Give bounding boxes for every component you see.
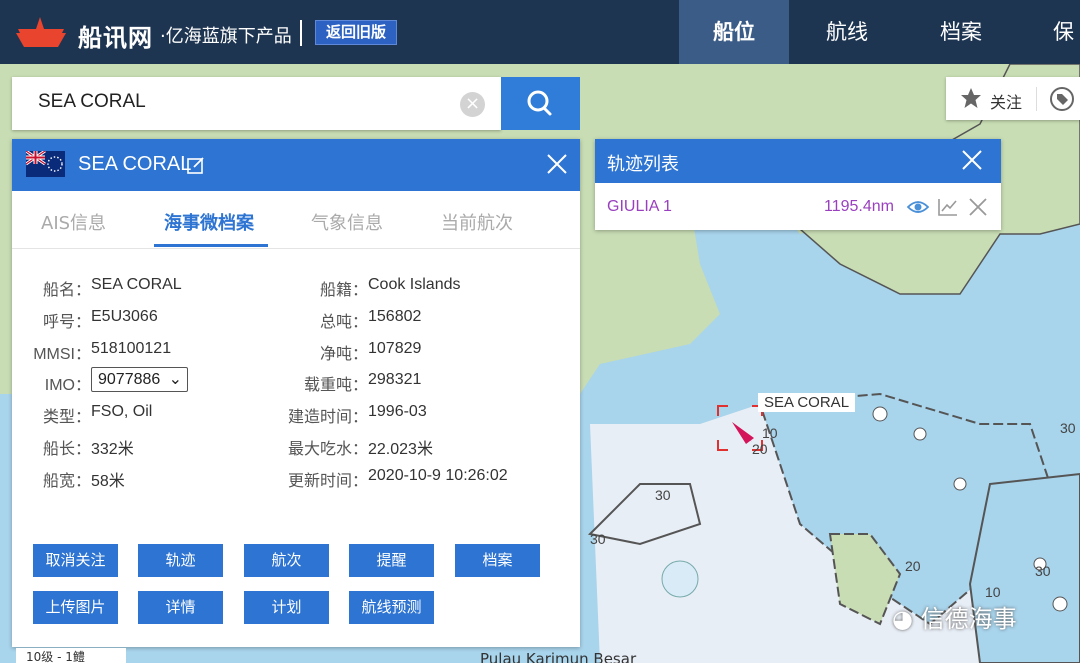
nav-insurance[interactable]: 保险 — [1020, 0, 1080, 108]
field-label: 净吨： — [319, 346, 368, 363]
field-value: Cook Islands — [368, 276, 461, 293]
field-value: 518100121 — [91, 340, 172, 357]
field-label: 船宽： — [42, 473, 91, 490]
track-button[interactable]: 轨迹 — [138, 544, 223, 577]
tag-icon[interactable] — [1050, 87, 1074, 111]
field-label: IMO： — [44, 377, 91, 394]
field-value: E5U3066 — [91, 308, 158, 325]
upload-photo-button[interactable]: 上传图片 — [33, 591, 118, 624]
field-label: 载重吨： — [303, 377, 368, 394]
nav-ship-position[interactable]: 船位 — [679, 0, 789, 64]
map-scale: 10级 - 1鳢 — [16, 648, 126, 663]
tab-ais-info[interactable]: AIS信息 — [41, 209, 106, 235]
follow-label[interactable]: 关注 — [990, 89, 1022, 113]
tab-current-voyage[interactable]: 当前航次 — [441, 209, 513, 235]
depth-label: 10 — [762, 425, 778, 441]
field-value: 2020-10-9 10:26:02 — [368, 467, 508, 484]
eye-icon[interactable] — [907, 198, 929, 216]
watermark: ◕ 信德海事 — [892, 599, 1017, 634]
depth-label: 20 — [752, 441, 768, 457]
field-value: 58米 — [91, 473, 125, 490]
field-label: 呼号： — [42, 314, 91, 331]
track-list-panel: 轨迹列表 GIULIA 1 1195.4nm — [595, 139, 1001, 230]
field-label: 船长： — [42, 441, 91, 458]
track-list-title: 轨迹列表 — [607, 154, 679, 175]
top-navigation-bar: 船讯网 ·亿海蓝旗下产品 返回旧版 船位 航线 档案 保险 — [0, 0, 1080, 108]
vessel-name-title: SEA CORAL — [78, 153, 192, 175]
voyage-button[interactable]: 航次 — [244, 544, 329, 577]
wechat-icon: ◕ — [892, 605, 913, 633]
ship-logo-icon — [16, 17, 66, 47]
field-label: 建造时间： — [287, 409, 368, 426]
imo-select[interactable]: 9077886 ⌄ — [91, 367, 188, 392]
field-label: MMSI： — [33, 346, 91, 363]
search-icon — [527, 90, 552, 116]
field-value: SEA CORAL — [91, 276, 182, 293]
depth-label: 10 — [985, 584, 1001, 600]
search-button[interactable] — [501, 77, 580, 130]
watermark-text: 信德海事 — [920, 605, 1017, 633]
logo-text: 船讯网 — [78, 24, 153, 52]
vessel-panel-header: SEA CORAL — [12, 139, 580, 191]
field-label: 最大吃水： — [287, 441, 368, 458]
active-tab-indicator — [154, 244, 268, 247]
logo-subtitle: ·亿海蓝旗下产品 — [160, 26, 292, 47]
field-value: 107829 — [368, 340, 422, 357]
field-value: 156802 — [368, 308, 422, 325]
logo-divider — [300, 20, 302, 46]
nav-routes[interactable]: 航线 — [792, 0, 902, 64]
close-icon[interactable] — [968, 197, 988, 217]
follow-toolbar: 关注 — [946, 77, 1080, 120]
tab-maritime-archive[interactable]: 海事微档案 — [164, 209, 254, 235]
star-icon[interactable] — [960, 87, 982, 109]
field-value: 332米 — [91, 441, 134, 458]
alert-button[interactable]: 提醒 — [349, 544, 434, 577]
chart-icon[interactable] — [937, 197, 959, 217]
track-list-header: 轨迹列表 — [595, 139, 1001, 183]
close-icon[interactable] — [547, 154, 567, 174]
route-forecast-button[interactable]: 航线预测 — [349, 591, 434, 624]
depth-label: 20 — [905, 558, 921, 574]
field-value: 298321 — [368, 371, 422, 388]
nav-archive[interactable]: 档案 — [906, 0, 1016, 64]
depth-label: 30 — [590, 531, 606, 547]
tab-weather[interactable]: 气象信息 — [311, 209, 383, 235]
clear-search-icon[interactable]: × — [460, 92, 485, 117]
vessel-info-panel: SEA CORAL AIS信息 海事微档案 气象信息 当前航次 船名： SEA … — [12, 139, 580, 647]
field-value: 22.023米 — [368, 441, 433, 458]
field-label: 类型： — [42, 409, 91, 426]
old-version-button[interactable]: 返回旧版 — [315, 20, 397, 45]
vessel-tabs: AIS信息 海事微档案 气象信息 当前航次 — [12, 191, 580, 249]
depth-label: 30 — [1060, 420, 1076, 436]
field-value: 1996-03 — [368, 403, 427, 420]
depth-label: 30 — [655, 487, 671, 503]
imo-selected-value: 9077886 — [98, 371, 161, 388]
details-button[interactable]: 详情 — [138, 591, 223, 624]
edit-icon[interactable] — [186, 155, 206, 175]
chevron-down-icon: ⌄ — [168, 371, 182, 388]
depth-label: 30 — [1035, 563, 1051, 579]
plan-button[interactable]: 计划 — [244, 591, 329, 624]
track-distance: 1195.4nm — [824, 198, 894, 215]
field-label: 船籍： — [319, 282, 368, 299]
field-value: FSO, Oil — [91, 403, 153, 420]
search-input[interactable] — [38, 91, 458, 113]
search-box — [12, 77, 501, 130]
archive-button[interactable]: 档案 — [455, 544, 540, 577]
field-label: 更新时间： — [287, 473, 368, 490]
cook-islands-flag-icon — [26, 151, 65, 177]
field-label: 总吨： — [319, 314, 368, 331]
map-place-label: Pulau Karimun Besar — [480, 650, 637, 663]
unfollow-button[interactable]: 取消关注 — [33, 544, 118, 577]
toolbar-divider — [1036, 87, 1037, 111]
field-label: 船名： — [42, 282, 91, 299]
close-icon[interactable] — [961, 149, 983, 171]
ship-map-label: SEA CORAL — [758, 393, 856, 412]
track-vessel-name[interactable]: GIULIA 1 — [607, 198, 672, 216]
